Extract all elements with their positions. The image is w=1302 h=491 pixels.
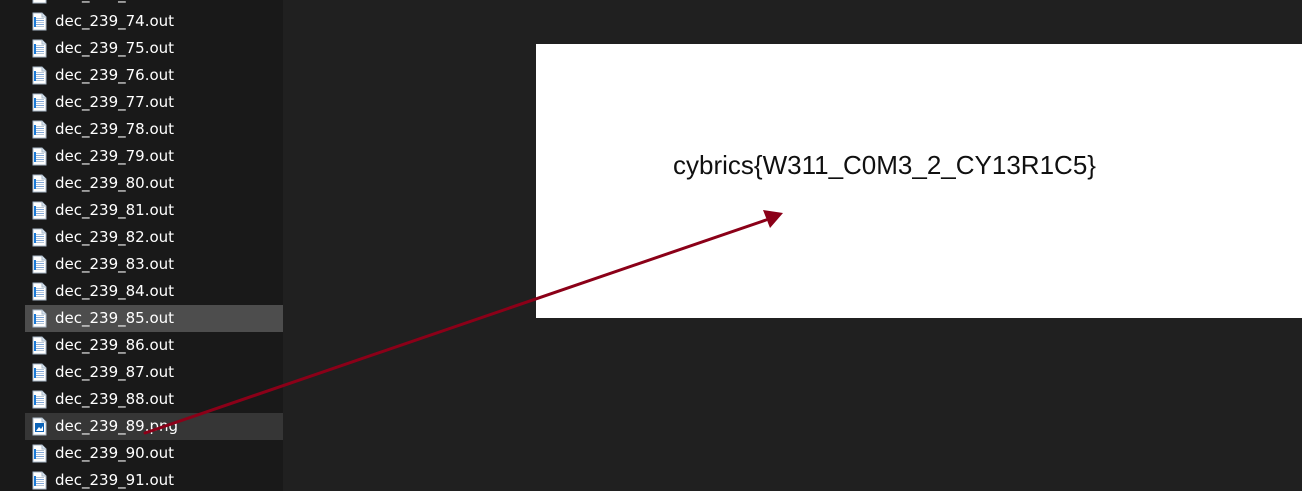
file-list-item[interactable]: dec_239_91.out [25, 467, 283, 491]
file-name: dec_239_80.out [55, 174, 175, 192]
file-list-item[interactable]: dec_239_76.out [25, 62, 283, 89]
file-name: dec_239_86.out [55, 336, 175, 354]
file-name: dec_239_74.out [55, 12, 175, 30]
file-name: dec_239_77.out [55, 93, 175, 111]
file-name: dec_239_78.out [55, 120, 175, 138]
text-file-icon [32, 147, 47, 166]
file-explorer-pane: dec_239_73.out dec_239_74.out dec_239_75.o… [0, 0, 283, 491]
file-list-item[interactable]: dec_239_78.out [25, 116, 283, 143]
file-name: dec_239_82.out [55, 228, 175, 246]
file-list-item[interactable]: dec_239_89.png [25, 413, 283, 440]
file-list-item[interactable]: dec_239_82.out [25, 224, 283, 251]
file-list-item[interactable]: dec_239_84.out [25, 278, 283, 305]
file-name: dec_239_76.out [55, 66, 175, 84]
text-file-icon [32, 390, 47, 409]
file-name: dec_239_87.out [55, 363, 175, 381]
file-list-item[interactable]: dec_239_77.out [25, 89, 283, 116]
text-file-icon [32, 66, 47, 85]
image-preview: cybrics{W311_C0M3_2_CY13R1C5} [536, 44, 1302, 318]
image-file-icon [32, 417, 47, 436]
text-file-icon [32, 363, 47, 382]
file-list-item[interactable]: dec_239_85.out [25, 305, 283, 332]
text-file-icon [32, 201, 47, 220]
file-name: dec_239_91.out [55, 471, 175, 489]
file-list-item[interactable]: dec_239_79.out [25, 143, 283, 170]
text-file-icon [32, 471, 47, 490]
file-name: dec_239_84.out [55, 282, 175, 300]
file-list-item[interactable]: dec_239_75.out [25, 35, 283, 62]
file-list-item[interactable]: dec_239_88.out [25, 386, 283, 413]
file-list-item[interactable]: dec_239_73.out [25, 0, 283, 8]
file-list-item[interactable]: dec_239_90.out [25, 440, 283, 467]
file-list-item[interactable]: dec_239_80.out [25, 170, 283, 197]
file-list: dec_239_73.out dec_239_74.out dec_239_75.o… [0, 0, 283, 491]
text-file-icon [32, 174, 47, 193]
text-file-icon [32, 12, 47, 31]
text-file-icon [32, 39, 47, 58]
text-file-icon [32, 309, 47, 328]
file-list-item[interactable]: dec_239_87.out [25, 359, 283, 386]
file-name: dec_239_79.out [55, 147, 175, 165]
file-name: dec_239_88.out [55, 390, 175, 408]
text-file-icon [32, 228, 47, 247]
text-file-icon [32, 93, 47, 112]
screenshot-stage: dec_239_73.out dec_239_74.out dec_239_75.o… [0, 0, 1302, 491]
file-list-item[interactable]: dec_239_74.out [25, 8, 283, 35]
file-list-item[interactable]: dec_239_81.out [25, 197, 283, 224]
file-list-item[interactable]: dec_239_86.out [25, 332, 283, 359]
file-name: dec_239_75.out [55, 39, 175, 57]
file-name: dec_239_73.out [55, 0, 174, 8]
text-file-icon [32, 255, 47, 274]
file-name: dec_239_90.out [55, 444, 175, 462]
text-file-icon [32, 120, 47, 139]
text-file-icon [32, 0, 47, 4]
file-name: dec_239_85.out [55, 309, 175, 327]
text-file-icon [32, 444, 47, 463]
text-file-icon [32, 336, 47, 355]
text-file-icon [32, 282, 47, 301]
flag-text: cybrics{W311_C0M3_2_CY13R1C5} [673, 150, 1096, 180]
file-name: dec_239_81.out [55, 201, 175, 219]
file-name: dec_239_89.png [55, 417, 179, 435]
file-list-item[interactable]: dec_239_83.out [25, 251, 283, 278]
file-name: dec_239_83.out [55, 255, 175, 273]
